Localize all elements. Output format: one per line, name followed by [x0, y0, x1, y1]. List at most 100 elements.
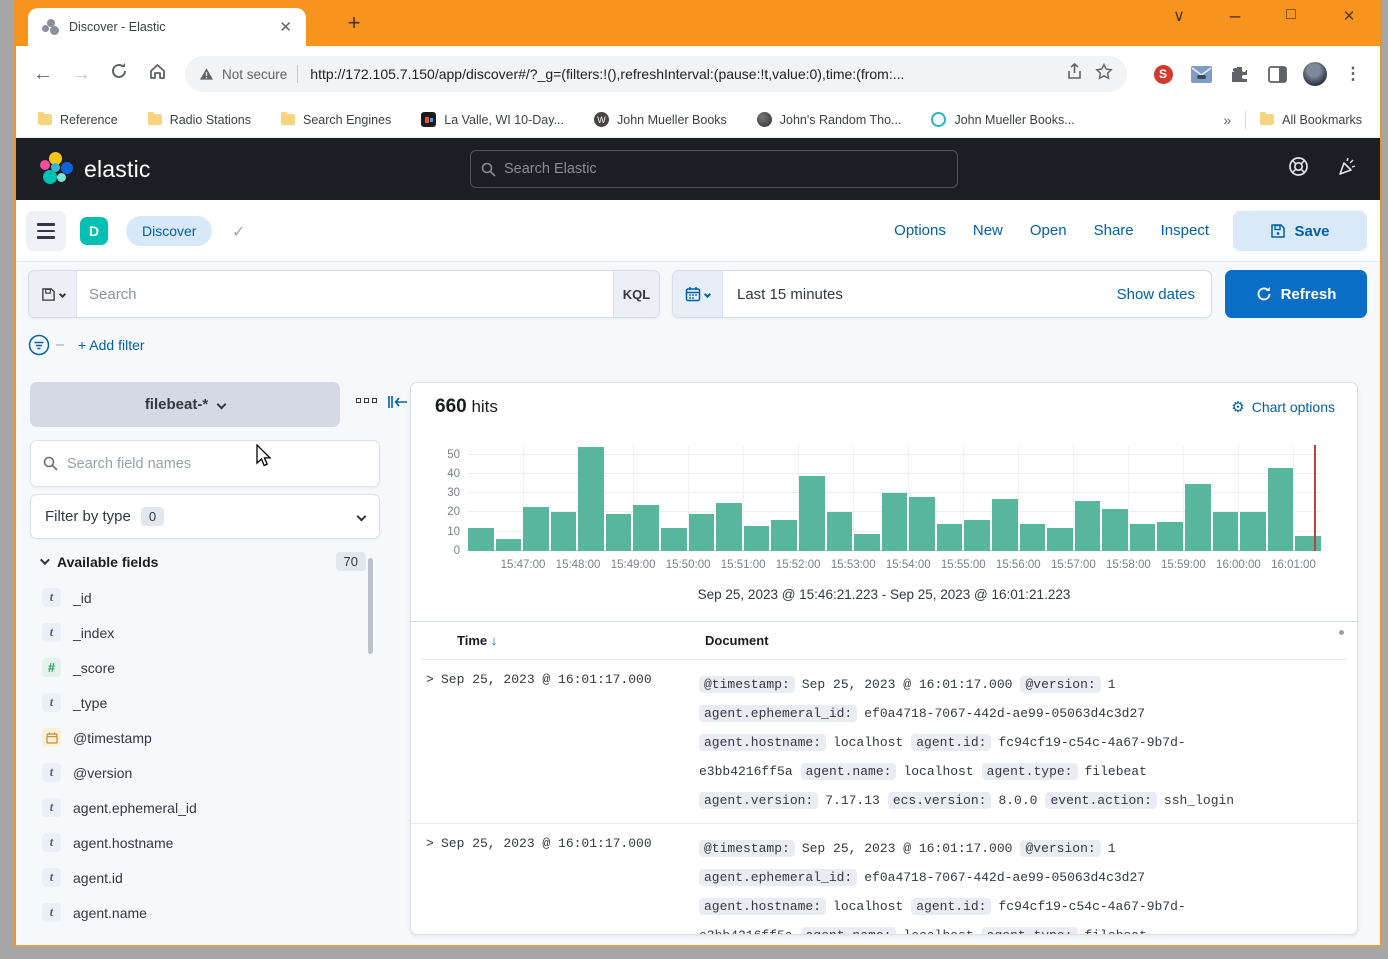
time-column-header[interactable]: Time ↓ — [457, 633, 705, 648]
refresh-button[interactable]: Refresh — [1225, 270, 1367, 318]
tab-close-icon[interactable]: ✕ — [275, 18, 296, 36]
row-document[interactable]: @timestamp:Sep 25, 2023 @ 16:01:17.000@v… — [699, 670, 1357, 815]
space-badge[interactable]: D — [80, 217, 108, 245]
table-scrollbar[interactable] — [1339, 630, 1344, 635]
field-item[interactable]: t_type — [30, 685, 370, 720]
tab-search-chevron-icon[interactable]: ∨ — [1164, 6, 1194, 26]
bookmark-item[interactable]: John Mueller Books... — [931, 112, 1074, 127]
field-item[interactable]: t_index — [30, 615, 370, 650]
time-range-value[interactable]: Last 15 minutes — [723, 286, 1117, 303]
global-search[interactable] — [470, 150, 958, 188]
histogram-bar[interactable] — [909, 497, 935, 551]
field-item[interactable]: @timestamp — [30, 720, 370, 755]
field-item[interactable]: #_score — [30, 650, 370, 685]
histogram-bar[interactable] — [1157, 522, 1183, 551]
reload-button[interactable] — [100, 62, 138, 86]
back-button[interactable]: ← — [24, 63, 62, 86]
histogram-bar[interactable] — [1213, 512, 1239, 551]
extensions-puzzle-icon[interactable] — [1220, 65, 1258, 84]
field-item[interactable]: tagent.id — [30, 860, 370, 895]
histogram-bar[interactable] — [551, 512, 577, 551]
filter-icon[interactable] — [28, 334, 50, 356]
histogram-bar[interactable] — [1240, 512, 1266, 551]
url-text[interactable]: http://172.105.7.150/app/discover#/?_g=(… — [310, 66, 1054, 82]
top-nav-link-new[interactable]: New — [973, 222, 1003, 239]
histogram-bar[interactable] — [1130, 524, 1156, 551]
profile-avatar[interactable] — [1296, 62, 1334, 86]
chart-options-button[interactable]: ⚙ Chart options — [1231, 398, 1335, 416]
histogram-bar[interactable] — [1047, 528, 1073, 551]
extension-shield-icon[interactable]: S — [1144, 65, 1182, 84]
histogram-bar[interactable] — [633, 505, 659, 551]
bookmark-item[interactable]: Search Engines — [281, 113, 391, 127]
field-item[interactable]: tagent.name — [30, 895, 370, 930]
query-language-button[interactable]: KQL — [613, 271, 659, 317]
histogram-bar[interactable] — [799, 476, 825, 551]
saved-queries-menu[interactable] — [29, 271, 77, 317]
histogram-bar[interactable] — [468, 528, 494, 551]
histogram-bar[interactable] — [661, 528, 687, 551]
top-nav-link-options[interactable]: Options — [894, 222, 946, 239]
not-secure-label[interactable]: Not secure — [222, 67, 287, 82]
index-pattern-options-icon[interactable] — [356, 398, 377, 403]
index-pattern-select[interactable]: filebeat-* — [30, 382, 340, 427]
histogram-bar[interactable] — [937, 524, 963, 551]
share-icon[interactable] — [1066, 63, 1083, 85]
sort-descending-icon[interactable]: ↓ — [491, 633, 498, 648]
bookmark-item[interactable]: Reference — [38, 113, 118, 127]
home-button[interactable] — [138, 62, 176, 87]
top-nav-link-share[interactable]: Share — [1094, 222, 1134, 239]
field-item[interactable]: t@version — [30, 755, 370, 790]
histogram-bar[interactable] — [771, 520, 797, 551]
forward-button[interactable]: → — [62, 63, 100, 86]
field-search-input[interactable] — [67, 456, 326, 472]
browser-menu-icon[interactable]: ⋮ — [1334, 64, 1372, 84]
histogram-bar[interactable] — [1075, 501, 1101, 551]
histogram-bar[interactable] — [744, 526, 770, 551]
histogram-bar[interactable] — [1185, 484, 1211, 551]
save-button[interactable]: Save — [1233, 211, 1367, 251]
breadcrumb-discover[interactable]: Discover — [126, 216, 212, 246]
bookmark-item[interactable]: Radio Stations — [148, 113, 251, 127]
help-icon[interactable] — [1288, 156, 1309, 182]
bookmark-item[interactable]: La Valle, WI 10-Day... — [421, 112, 564, 127]
histogram-bar[interactable] — [496, 539, 522, 551]
bookmark-item[interactable]: John's Random Tho... — [757, 112, 902, 127]
available-fields-header[interactable]: Available fields 70 — [40, 552, 380, 571]
side-panel-icon[interactable] — [1258, 66, 1296, 83]
all-bookmarks[interactable]: All Bookmarks — [1260, 113, 1362, 127]
histogram-bar[interactable] — [1268, 468, 1294, 551]
histogram-bar[interactable] — [854, 534, 880, 551]
histogram-bar[interactable] — [1020, 524, 1046, 551]
new-tab-button[interactable]: + — [340, 10, 368, 36]
field-item[interactable]: tagent.hostname — [30, 825, 370, 860]
histogram-bar[interactable] — [578, 447, 604, 551]
histogram-bar[interactable] — [1102, 509, 1128, 551]
histogram-bar[interactable] — [523, 507, 549, 551]
expand-row-icon[interactable]: > — [411, 670, 441, 815]
field-item[interactable]: t_id — [30, 580, 370, 615]
histogram-bar[interactable] — [716, 503, 742, 551]
field-item[interactable]: tagent.ephemeral_id — [30, 790, 370, 825]
elastic-logo[interactable]: elastic — [40, 152, 151, 186]
field-search[interactable] — [30, 440, 380, 487]
extension-mail-icon[interactable] — [1182, 66, 1220, 83]
global-search-input[interactable] — [504, 161, 923, 177]
maximize-button[interactable]: □ — [1276, 6, 1306, 24]
kql-search-input[interactable] — [77, 286, 613, 303]
histogram-chart[interactable]: 01020304050 — [468, 445, 1321, 551]
histogram-bar[interactable] — [1295, 536, 1321, 551]
show-dates-button[interactable]: Show dates — [1117, 286, 1211, 303]
newsfeed-icon[interactable] — [1337, 156, 1358, 182]
row-document[interactable]: @timestamp:Sep 25, 2023 @ 16:01:17.000@v… — [699, 834, 1357, 934]
address-bar[interactable]: Not secure http://172.105.7.150/app/disc… — [185, 56, 1127, 92]
histogram-bar[interactable] — [882, 493, 908, 551]
bookmark-item[interactable]: WJohn Mueller Books — [594, 112, 727, 127]
menu-hamburger-icon[interactable] — [26, 211, 66, 251]
add-filter-button[interactable]: + Add filter — [78, 337, 145, 353]
top-nav-link-inspect[interactable]: Inspect — [1161, 222, 1209, 239]
minimize-button[interactable]: – — [1220, 6, 1250, 28]
quick-select-menu[interactable] — [673, 271, 723, 317]
histogram-bar[interactable] — [964, 520, 990, 551]
histogram-bar[interactable] — [689, 514, 715, 551]
